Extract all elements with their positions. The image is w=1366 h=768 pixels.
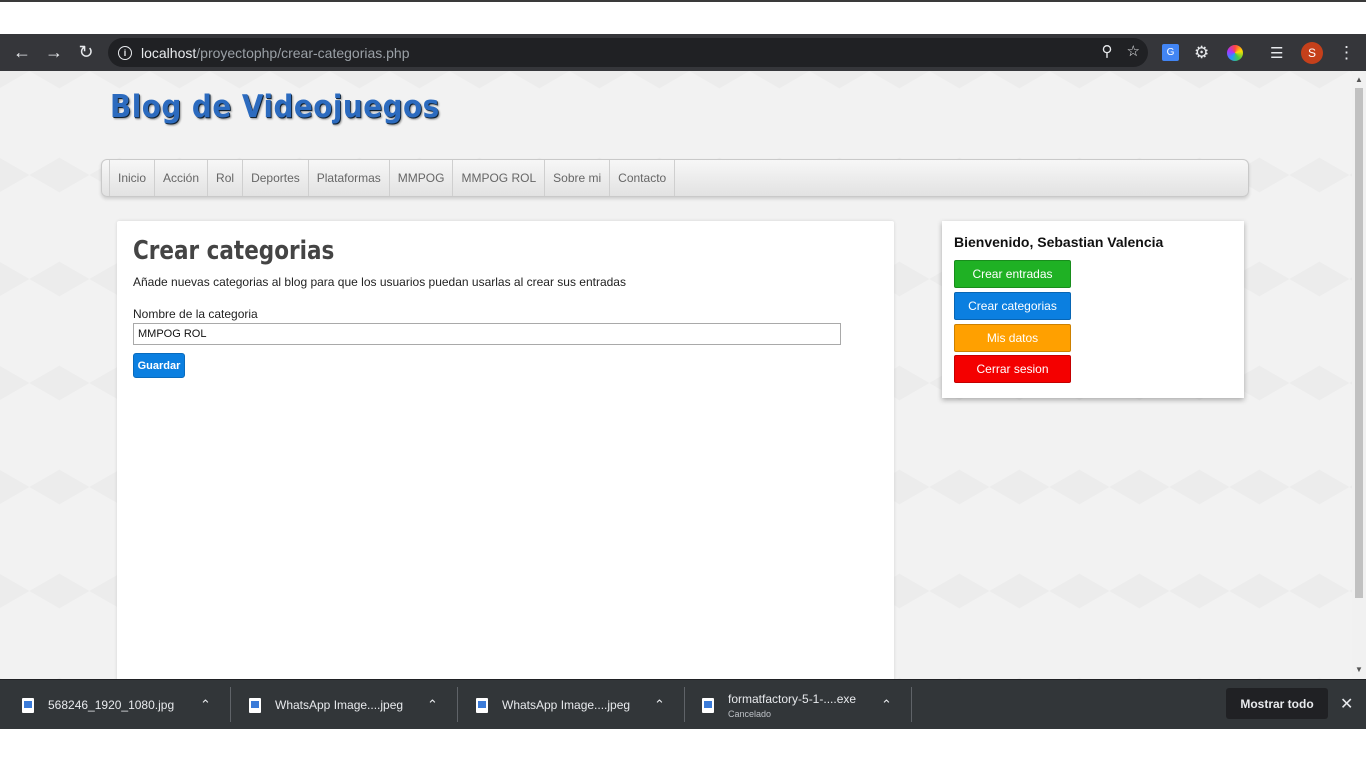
reload-icon[interactable]: ↻	[70, 37, 102, 69]
create-categories-button[interactable]: Crear categorias	[954, 292, 1071, 320]
menu-item-plataformas[interactable]: Plataformas	[309, 160, 390, 196]
main-content-box: Crear categorias Añade nuevas categorias…	[117, 221, 894, 679]
page-title: Crear categorias	[133, 236, 335, 266]
chevron-up-icon[interactable]: ⌃	[654, 697, 665, 713]
download-item[interactable]: 568246_1920_1080.jpg	[22, 680, 174, 730]
media-control-icon[interactable]: ☰	[1270, 34, 1283, 71]
page-scrollbar[interactable]: ▲ ▼	[1352, 71, 1366, 679]
profile-avatar[interactable]: S	[1301, 34, 1323, 71]
chevron-up-icon[interactable]: ⌃	[200, 697, 211, 713]
download-name: 568246_1920_1080.jpg	[48, 698, 175, 712]
browser-toolbar: ← → ↻ i localhost/proyectophp/crear-cate…	[0, 34, 1366, 71]
downloads-bar: 568246_1920_1080.jpg ⌃ WhatsApp Image...…	[0, 679, 1366, 729]
user-sidebar: Bienvenido, Sebastian Valencia Crear ent…	[942, 221, 1244, 398]
close-icon[interactable]: ✕	[1340, 694, 1353, 714]
url-path: /proyectophp/crear-categorias.php	[196, 44, 410, 61]
download-item[interactable]: formatfactory-5-1-....exe Cancelado	[702, 680, 856, 730]
window-top-strip	[0, 0, 1366, 34]
divider	[457, 687, 458, 722]
forward-icon[interactable]: →	[38, 37, 70, 69]
my-data-button[interactable]: Mis datos	[954, 324, 1071, 352]
save-button[interactable]: Guardar	[133, 353, 185, 378]
chevron-up-icon[interactable]: ⌃	[427, 697, 438, 713]
avatar-letter: S	[1301, 41, 1323, 64]
divider	[684, 687, 685, 722]
bookmark-star-icon[interactable]: ☆	[1127, 42, 1140, 60]
url-host: localhost	[141, 44, 197, 61]
image-file-icon	[249, 697, 261, 713]
scrollbar-thumb[interactable]	[1355, 88, 1363, 598]
settings-extension-icon[interactable]: ⚙	[1194, 34, 1209, 71]
executable-file-icon	[702, 697, 714, 713]
menu-item-accion[interactable]: Acción	[155, 160, 209, 196]
welcome-text: Bienvenido, Sebastian Valencia	[954, 234, 1164, 250]
download-item[interactable]: WhatsApp Image....jpeg	[249, 680, 403, 730]
menu-item-mmpog-rol[interactable]: MMPOG ROL	[453, 160, 546, 196]
create-entries-button[interactable]: Crear entradas	[954, 260, 1071, 288]
menu-item-rol[interactable]: Rol	[208, 160, 244, 196]
scroll-up-icon[interactable]: ▲	[1355, 75, 1363, 84]
download-name: WhatsApp Image....jpeg	[275, 698, 404, 712]
site-title[interactable]: Blog de Videojuegos	[110, 89, 440, 125]
translate-extension-icon[interactable]: G	[1162, 34, 1179, 71]
chevron-up-icon[interactable]: ⌃	[881, 697, 892, 713]
menu-item-deportes[interactable]: Deportes	[243, 160, 309, 196]
download-item[interactable]: WhatsApp Image....jpeg	[476, 680, 630, 730]
menu-item-mmpog[interactable]: MMPOG	[390, 160, 454, 196]
divider	[911, 687, 912, 722]
zoom-icon[interactable]: ⚲	[1102, 42, 1113, 60]
window-bottom-strip	[0, 729, 1366, 768]
scroll-down-icon[interactable]: ▼	[1355, 665, 1363, 674]
logout-button[interactable]: Cerrar sesion	[954, 355, 1071, 383]
image-file-icon	[22, 697, 34, 713]
menu-item-inicio[interactable]: Inicio	[109, 160, 156, 196]
category-name-input[interactable]	[133, 323, 841, 345]
page-viewport: Blog de Videojuegos Inicio Acción Rol De…	[0, 71, 1352, 679]
menu-item-contacto[interactable]: Contacto	[610, 160, 676, 196]
main-menu: Inicio Acción Rol Deportes Plataformas M…	[101, 159, 1249, 197]
info-icon[interactable]: i	[118, 45, 132, 60]
category-name-label: Nombre de la categoria	[133, 307, 258, 321]
divider	[230, 687, 231, 722]
menu-kebab-icon[interactable]: ⋮	[1338, 34, 1355, 71]
download-name: formatfactory-5-1-....exe	[728, 691, 857, 706]
address-bar[interactable]: i localhost/proyectophp/crear-categorias…	[108, 38, 1148, 67]
menu-item-sobre-mi[interactable]: Sobre mi	[545, 160, 611, 196]
back-icon[interactable]: ←	[6, 37, 38, 69]
download-name: WhatsApp Image....jpeg	[502, 698, 631, 712]
color-extension-icon[interactable]	[1227, 34, 1243, 71]
image-file-icon	[476, 697, 488, 713]
download-status: Cancelado	[728, 708, 772, 719]
show-all-button[interactable]: Mostrar todo	[1226, 688, 1328, 719]
page-description: Añade nuevas categorias al blog para que…	[133, 275, 626, 289]
